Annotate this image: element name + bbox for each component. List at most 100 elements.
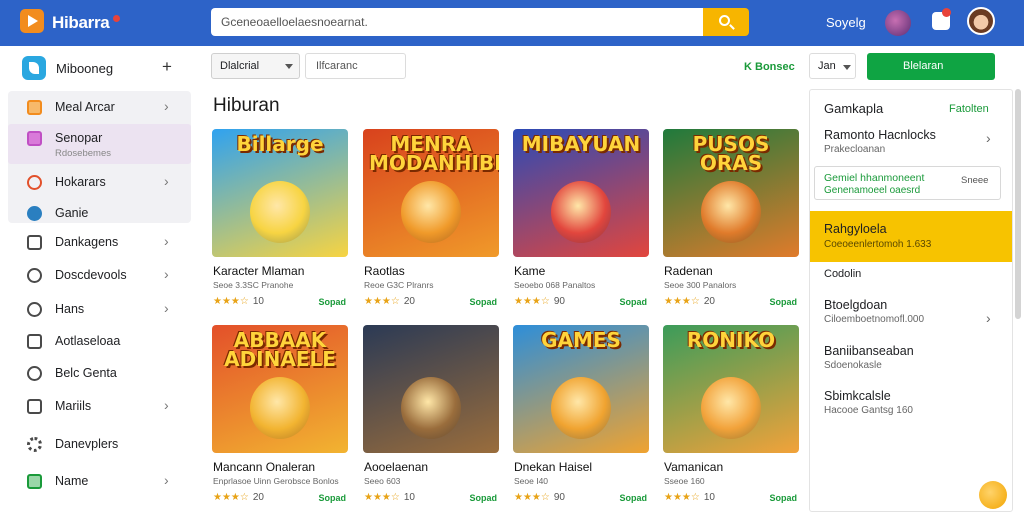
stars-icon: ★★★☆: [364, 296, 400, 307]
rating-value: 90: [553, 492, 565, 503]
panel-promo[interactable]: Gemiel hhanmoneent Genenamoeel oaesrd Sn…: [814, 166, 1001, 200]
panel-item-sub: Prakecloanan: [824, 144, 886, 155]
thumbnail-title: PUSOS ORAS: [692, 132, 770, 175]
clock-icon: [27, 268, 42, 283]
user-name[interactable]: Soyelg: [826, 15, 866, 30]
sidebar-item[interactable]: Name ›: [8, 467, 191, 495]
sidebar-item[interactable]: Meal Arcar ›: [8, 93, 191, 121]
game-thumbnail[interactable]: ABBAAK ADINAELE: [212, 325, 348, 453]
rating-stars: ★★★☆ 20: [213, 492, 264, 503]
search-input[interactable]: Gceneoaelloelaesnoearnat.: [211, 8, 703, 36]
game-title[interactable]: Radenan: [664, 264, 713, 278]
notification-icon[interactable]: [932, 8, 951, 30]
game-subtitle: Reoe G3C Plranrs: [364, 280, 434, 290]
sidebar-item-label: Doscdevools: [55, 268, 127, 282]
speed-badge: Sopad: [619, 493, 647, 503]
stars-icon: ★★★☆: [664, 492, 700, 503]
character-art: [401, 181, 461, 243]
stars-icon: ★★★☆: [213, 296, 249, 307]
game-card[interactable]: Aooelaenan Seeo 603 ★★★☆ 10 Sopad: [363, 325, 499, 503]
panel-item[interactable]: Sbimkcalsle Hacooe Gantsg 160: [810, 383, 1012, 427]
game-subtitle: Enprlasoe Uinn Gerobsce Bonlos: [213, 476, 339, 486]
panel-item[interactable]: Baniibanseaban Sdoenokasle: [810, 338, 1012, 382]
character-art: [551, 377, 611, 439]
game-title[interactable]: Aooelaenan: [364, 460, 428, 474]
game-avatar[interactable]: [885, 10, 911, 36]
game-title[interactable]: Dnekan Haisel: [514, 460, 592, 474]
game-card[interactable]: ABBAAK ADINAELE Mancann Onaleran Enprlasoe…: [212, 325, 348, 503]
right-panel-link[interactable]: Fatolten: [949, 103, 989, 115]
sidebar-item[interactable]: Aotlaseloaa: [8, 327, 191, 355]
game-title[interactable]: Mancann Onaleran: [213, 460, 315, 474]
game-title[interactable]: Vamanican: [664, 460, 723, 474]
category-dropdown[interactable]: Dlalcrial: [211, 53, 300, 79]
game-subtitle: Seoe 300 Panalors: [664, 280, 737, 290]
game-card[interactable]: RONIKO Vamanican Sseoe 160 ★★★☆ 10 Sopad: [663, 325, 799, 503]
game-subtitle: Seoe I40: [514, 476, 549, 486]
rating-value: 10: [252, 296, 264, 307]
game-card[interactable]: MENRA MODANHIBB Raotlas Reoe G3C Plranrs ★★…: [363, 129, 499, 307]
sidebar-item[interactable]: Belc Genta: [8, 359, 191, 387]
game-subtitle: Sseoe 160: [664, 476, 705, 486]
sidebar-item[interactable]: Doscdevools ›: [8, 261, 191, 289]
sidebar-item[interactable]: Hokarars ›: [8, 168, 191, 196]
sidebar-item[interactable]: Danevplers: [8, 430, 191, 458]
panel-item-sub: Sdoenokasle: [824, 360, 882, 371]
panel-item[interactable]: Btoelgdoan Ciloemboetnomofl.000 ›: [810, 292, 1012, 336]
game-card[interactable]: PUSOS ORAS Radenan Seoe 300 Panalors ★★★☆ 20…: [663, 129, 799, 307]
game-thumbnail[interactable]: MIBAYUAN: [513, 129, 649, 257]
logo-icon[interactable]: [20, 9, 44, 33]
filter-link[interactable]: K Bonsec: [744, 61, 795, 73]
game-thumbnail[interactable]: MENRA MODANHIBB: [363, 129, 499, 257]
game-card[interactable]: Billarge Karacter Mlaman Seoe 3.3SC Pranoh…: [212, 129, 348, 307]
game-thumbnail[interactable]: [363, 325, 499, 453]
sort-dropdown[interactable]: Jan: [809, 53, 856, 79]
game-card[interactable]: GAMES Dnekan Haisel Seoe I40 ★★★☆ 90 Sopad: [513, 325, 649, 503]
stars-icon: ★★★☆: [664, 296, 700, 307]
rating-stars: ★★★☆ 10: [364, 492, 415, 503]
download-icon: [27, 235, 42, 250]
mail-icon: [27, 399, 42, 414]
scrollbar[interactable]: [1015, 89, 1021, 319]
panel-item-highlighted[interactable]: Rahgyloela Coeoeenlertomoh 1.633: [810, 211, 1012, 262]
filter-input[interactable]: Ilfcaranc: [305, 53, 406, 79]
sidebar-item-label: Belc Genta: [55, 366, 117, 380]
panel-item[interactable]: Ramonto Hacnlocks Prakecloanan ›: [810, 122, 1012, 166]
rating-stars: ★★★☆ 20: [364, 296, 415, 307]
search-button[interactable]: [703, 8, 749, 36]
game-title[interactable]: Karacter Mlaman: [213, 264, 304, 278]
speed-badge: Sopad: [318, 493, 346, 503]
sidebar-item[interactable]: Dankagens ›: [8, 228, 191, 256]
sidebar-item-label: Mariils: [55, 399, 92, 413]
game-thumbnail[interactable]: RONIKO: [663, 325, 799, 453]
action-button[interactable]: Blelaran: [867, 53, 995, 80]
game-thumbnail[interactable]: Billarge: [212, 129, 348, 257]
speed-badge: Sopad: [318, 297, 346, 307]
top-bar: Hibarra Gceneoaelloelaesnoearnat. Soyelg: [0, 0, 1024, 46]
search-placeholder: Gceneoaelloelaesnoearnat.: [221, 15, 368, 29]
game-thumbnail[interactable]: PUSOS ORAS: [663, 129, 799, 257]
sidebar: Mibooneg + Meal Arcar › Senopar Rdosebem…: [0, 46, 200, 512]
chevron-right-icon: ›: [164, 173, 169, 189]
sidebar-header[interactable]: Mibooneg +: [22, 56, 182, 80]
panel-promo-title: Gemiel hhanmoneent: [824, 172, 925, 184]
game-card[interactable]: MIBAYUAN Kame Seoebo 068 Panaltos ★★★☆ 90 Sop…: [513, 129, 649, 307]
sidebar-item-selected[interactable]: Senopar Rdosebemes: [8, 124, 191, 164]
sidebar-item[interactable]: Hans ›: [8, 295, 191, 323]
game-thumbnail[interactable]: GAMES: [513, 325, 649, 453]
user-avatar[interactable]: [967, 7, 995, 35]
floating-action-button[interactable]: [979, 481, 1007, 509]
sidebar-item[interactable]: Mariils ›: [8, 392, 191, 420]
section-title: Hiburan: [213, 95, 280, 116]
chevron-right-icon: ›: [164, 98, 169, 114]
rating-stars: ★★★☆ 20: [664, 296, 715, 307]
game-title[interactable]: Kame: [514, 264, 545, 278]
speed-badge: Sopad: [469, 297, 497, 307]
add-icon[interactable]: +: [162, 57, 172, 77]
category-dropdown-value: Dlalcrial: [220, 60, 260, 72]
chevron-right-icon: ›: [164, 300, 169, 316]
game-title[interactable]: Raotlas: [364, 264, 405, 278]
sidebar-item[interactable]: Ganie: [8, 199, 191, 227]
rating-stars: ★★★☆ 10: [664, 492, 715, 503]
brand-name[interactable]: Hibarra: [52, 13, 110, 33]
